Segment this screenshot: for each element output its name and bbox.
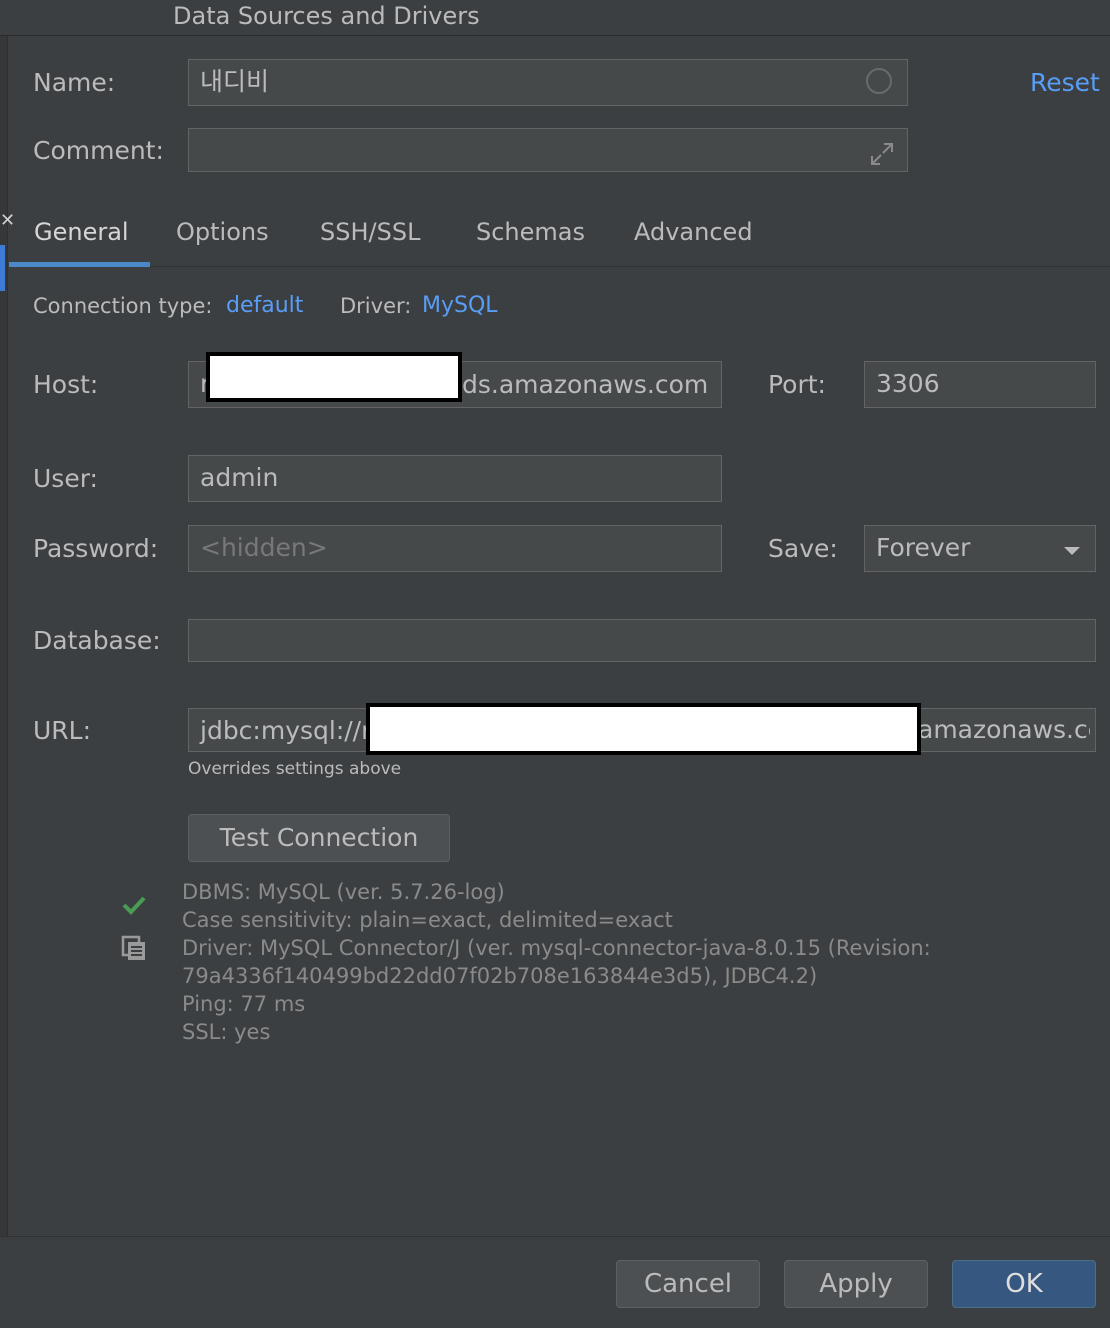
title-bar bbox=[0, 0, 1110, 36]
chevron-down-icon bbox=[1062, 542, 1082, 555]
result-line: SSL: yes bbox=[182, 1020, 271, 1044]
url-prefix: jdbc:mysql://r bbox=[200, 716, 372, 745]
window-title: Data Sources and Drivers bbox=[173, 2, 480, 30]
reset-link[interactable]: Reset bbox=[1030, 68, 1100, 97]
connection-type-link[interactable]: default bbox=[226, 293, 303, 318]
apply-button[interactable]: Apply bbox=[784, 1260, 928, 1308]
url-suffix: amazonaws.co bbox=[918, 715, 1090, 744]
close-icon[interactable]: ✕ bbox=[0, 210, 15, 231]
user-label: User: bbox=[33, 464, 98, 493]
tab-options[interactable]: Options bbox=[176, 218, 269, 246]
tab-general[interactable]: General bbox=[34, 218, 129, 246]
comment-input[interactable] bbox=[188, 128, 908, 172]
dialog-footer bbox=[0, 1237, 1110, 1328]
driver-link[interactable]: MySQL bbox=[422, 293, 498, 318]
password-input[interactable]: <hidden> bbox=[188, 525, 722, 572]
tab-bar-border bbox=[9, 266, 1110, 267]
result-line: DBMS: MySQL (ver. 5.7.26-log) bbox=[182, 880, 505, 904]
circle-icon bbox=[866, 68, 892, 94]
active-tab-indicator bbox=[9, 262, 150, 267]
name-input[interactable]: 내디비 bbox=[188, 59, 908, 106]
tab-schemas[interactable]: Schemas bbox=[476, 218, 585, 246]
password-label: Password: bbox=[33, 534, 159, 563]
copy-icon[interactable] bbox=[120, 934, 148, 962]
ok-button[interactable]: OK bbox=[952, 1260, 1096, 1308]
tab-ssh-ssl[interactable]: SSH/SSL bbox=[320, 218, 420, 246]
result-line: 79a4336f140499bd22dd07f02b708e163844e3d5… bbox=[182, 964, 818, 988]
test-connection-button[interactable]: Test Connection bbox=[188, 814, 450, 862]
url-redaction bbox=[366, 703, 921, 755]
host-value: ds.amazonaws.com bbox=[462, 370, 709, 399]
host-label: Host: bbox=[33, 370, 99, 399]
port-label: Port: bbox=[768, 370, 826, 399]
checkmark-icon bbox=[120, 890, 148, 918]
host-redaction bbox=[206, 352, 462, 402]
url-hint: Overrides settings above bbox=[188, 759, 402, 779]
save-label: Save: bbox=[768, 534, 838, 563]
port-input[interactable]: 3306 bbox=[864, 361, 1096, 408]
save-select-value: Forever bbox=[876, 533, 971, 562]
url-label: URL: bbox=[33, 716, 92, 745]
result-line: Driver: MySQL Connector/J (ver. mysql-co… bbox=[182, 936, 931, 960]
database-input[interactable] bbox=[188, 619, 1096, 662]
cancel-button[interactable]: Cancel bbox=[616, 1260, 760, 1308]
comment-label: Comment: bbox=[33, 136, 164, 165]
result-line: Ping: 77 ms bbox=[182, 992, 306, 1016]
database-label: Database: bbox=[33, 626, 161, 655]
user-input[interactable]: admin bbox=[188, 455, 722, 502]
driver-label: Driver: bbox=[340, 294, 412, 318]
tab-advanced[interactable]: Advanced bbox=[634, 218, 753, 246]
connection-type-label: Connection type: bbox=[33, 294, 213, 318]
left-panel-selection bbox=[0, 245, 5, 291]
name-label: Name: bbox=[33, 68, 116, 97]
expand-icon[interactable] bbox=[868, 140, 896, 168]
result-line: Case sensitivity: plain=exact, delimited… bbox=[182, 908, 673, 932]
connection-result: DBMS: MySQL (ver. 5.7.26-log) Case sensi… bbox=[182, 878, 1102, 1046]
